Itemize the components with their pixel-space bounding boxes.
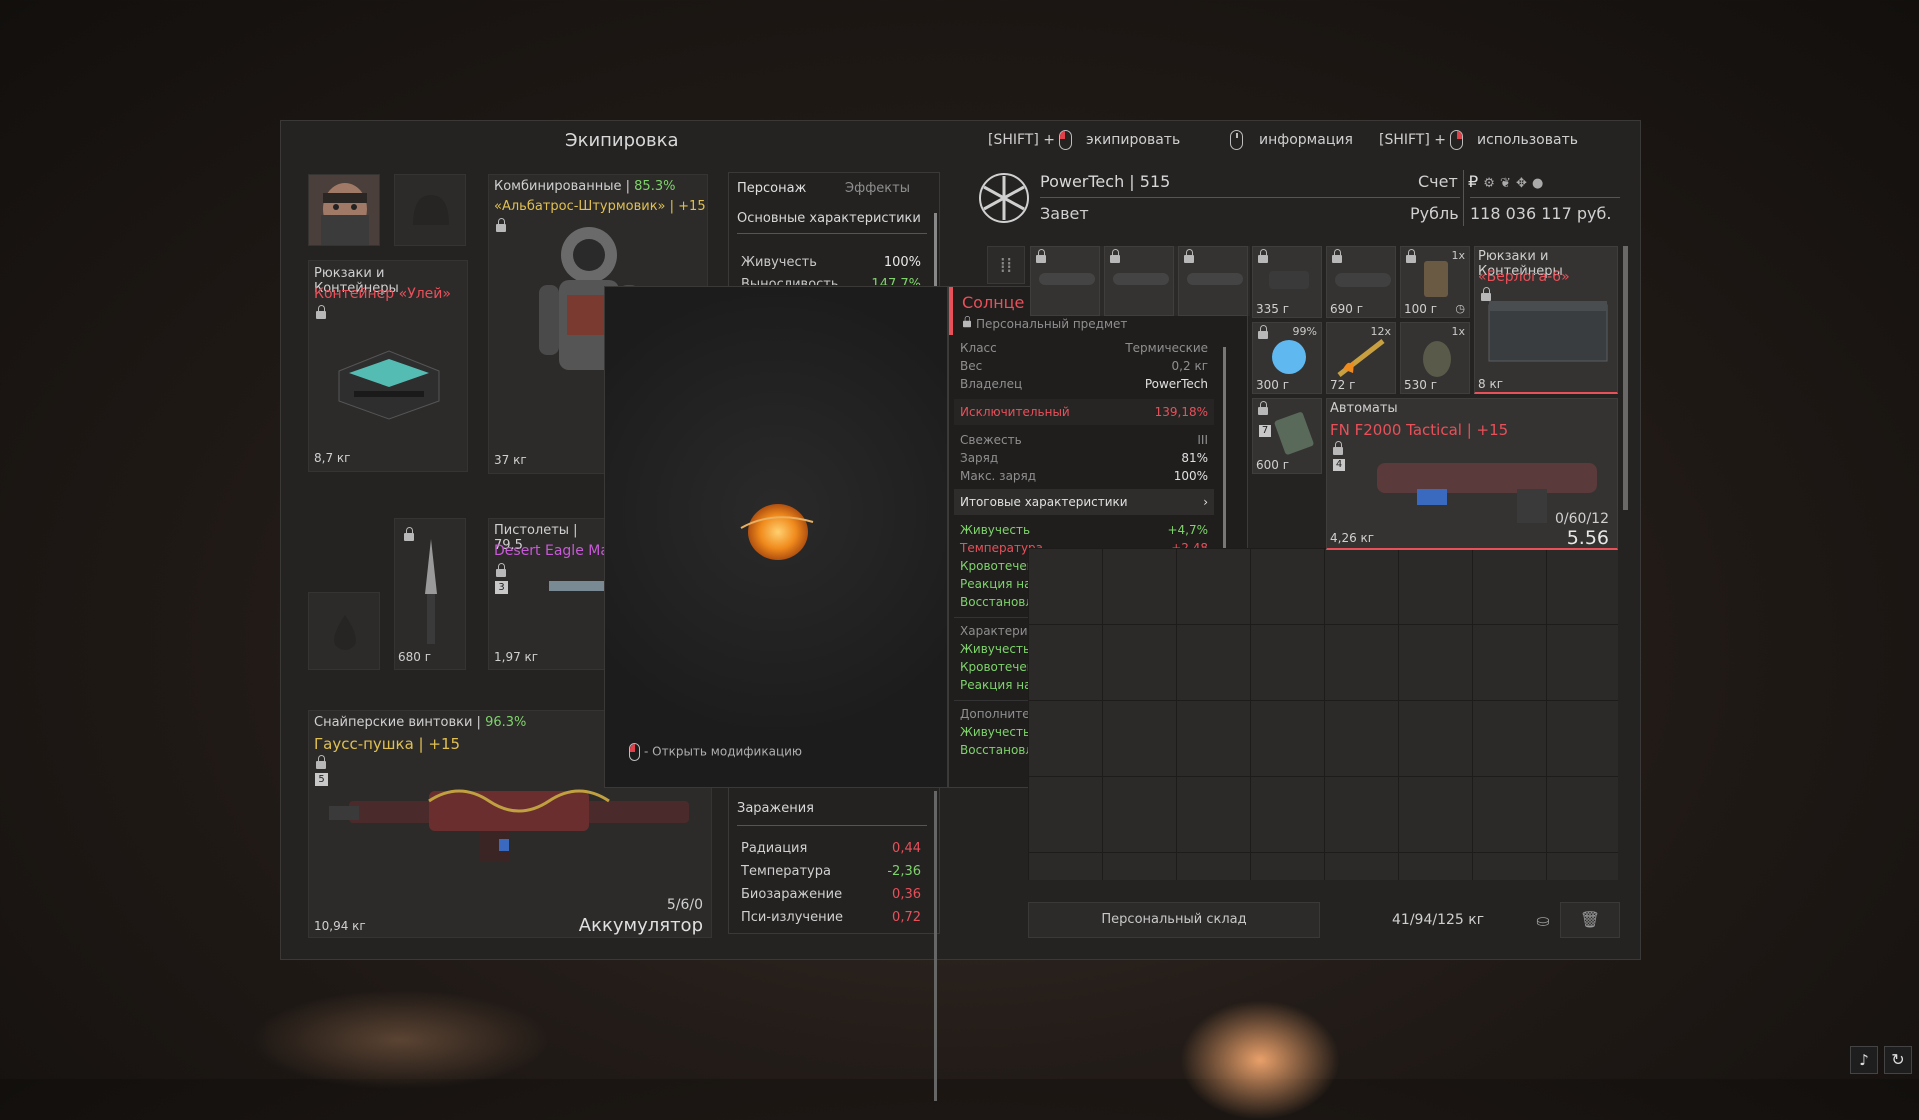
- inventory-item-device[interactable]: 7 600 г: [1252, 398, 1322, 474]
- ruble-icon[interactable]: ₽: [1468, 172, 1478, 191]
- inventory-item-grenade[interactable]: 1x 530 г: [1400, 322, 1470, 394]
- mouse-right-icon: [1450, 130, 1464, 150]
- final-stats-header[interactable]: Итоговые характеристики ›: [954, 489, 1214, 515]
- gear-icon[interactable]: ⚙: [1483, 176, 1495, 191]
- main-stats-title: Основные характеристики: [737, 211, 921, 226]
- inventory-item-drink[interactable]: 1x 100 г ◷: [1400, 246, 1470, 318]
- container-hive-icon: [338, 350, 440, 420]
- inventory-item-scope-1[interactable]: [1030, 246, 1100, 316]
- contamination-list: Радиация 0,44 Температура -2,36 Биозаражение…: [741, 837, 921, 929]
- lock-icon: [1258, 249, 1268, 263]
- crate-icon: [1488, 301, 1608, 362]
- mouse-left-icon: [1059, 130, 1073, 150]
- hint-equip: [SHIFT] + экипировать: [988, 130, 1181, 150]
- background-glow-left: [250, 990, 550, 1090]
- scope-icon: [1039, 273, 1095, 285]
- energy-drink-icon: [1424, 261, 1448, 297]
- refresh-icon[interactable]: ↻: [1884, 1046, 1912, 1074]
- helmet-placeholder-icon: [413, 195, 449, 225]
- window-title: Экипировка: [565, 130, 679, 151]
- hint-info: информация: [1226, 130, 1353, 150]
- inventory-item-scope-4[interactable]: 690 г: [1326, 246, 1396, 318]
- currency-icons[interactable]: ₽ ⚙ ❦ ✥ ●: [1468, 172, 1543, 191]
- item-preview-panel: - Открыть модификацию: [604, 286, 948, 788]
- faction-emblem-icon: [979, 173, 1029, 223]
- incendiary-ammo-icon: [1337, 339, 1385, 377]
- final-stat-row: Живучесть +4,7%: [960, 523, 1208, 537]
- inventory-item-scope-3[interactable]: [1178, 246, 1248, 316]
- contamination-row: Радиация 0,44: [741, 841, 921, 856]
- scope-icon: [1187, 273, 1243, 285]
- sight-icon: [1269, 271, 1309, 289]
- contamination-row: Пси-излучение 0,72: [741, 910, 921, 925]
- background-glow: [1180, 1000, 1340, 1120]
- contam-scrollbar[interactable]: [934, 791, 937, 1101]
- knife-slot[interactable]: 680 г: [394, 518, 466, 670]
- inventory-grid: [1028, 548, 1618, 880]
- tab-effects[interactable]: Эффекты: [845, 181, 910, 196]
- inventory-item-artifact[interactable]: 99% 300 г: [1252, 322, 1322, 394]
- inventory-item-scope-2[interactable]: [1104, 246, 1174, 316]
- lock-icon: [1258, 401, 1268, 415]
- helmet-slot[interactable]: [394, 174, 466, 246]
- stash-button[interactable]: Персональный склад: [1028, 902, 1320, 938]
- detector-device-icon: [1274, 412, 1314, 455]
- lock-icon: [1110, 249, 1120, 263]
- microphone-icon[interactable]: ♪: [1850, 1046, 1878, 1074]
- sun-artifact-icon: [740, 504, 814, 560]
- lock-icon: [496, 563, 506, 577]
- open-mod-hint[interactable]: - Открыть модификацию: [625, 743, 802, 761]
- lock-icon: [963, 315, 971, 328]
- contamination-row: Температура -2,36: [741, 864, 921, 879]
- tab-character[interactable]: Персонаж: [737, 181, 806, 196]
- container-slot[interactable]: Рюкзаки и Контейнеры Контейнер «Улей» 8,…: [308, 260, 468, 472]
- scope-icon: [1113, 273, 1169, 285]
- inventory-scrollbar[interactable]: [1623, 246, 1628, 510]
- inventory-item-rifle[interactable]: Автоматы FN F2000 Tactical | +15 4 4,26 …: [1326, 398, 1618, 550]
- artifact-slot[interactable]: [308, 592, 380, 670]
- face-slot[interactable]: [308, 174, 380, 246]
- leaf-icon[interactable]: ❦: [1500, 176, 1511, 191]
- sort-grid-icon[interactable]: ⁞⁞: [987, 246, 1025, 284]
- pistol-tier-badge: 3: [495, 581, 508, 594]
- timer-icon: ◷: [1455, 302, 1465, 315]
- lock-icon: [316, 305, 326, 319]
- pistol-icon: [549, 581, 609, 591]
- weight-icon[interactable]: ⛀: [1528, 906, 1558, 936]
- contamination-title: Заражения: [737, 801, 814, 816]
- inventory-item-backpack[interactable]: Рюкзаки и Контейнеры «Берлога-6» 8 кг: [1474, 246, 1618, 394]
- chevron-right-icon: ›: [1203, 495, 1208, 509]
- face-portrait-icon: [309, 175, 379, 245]
- drop-placeholder-icon: [334, 615, 356, 650]
- hint-use: [SHIFT] + использовать: [1379, 130, 1578, 150]
- player-name: PowerTech | 515: [1040, 172, 1171, 191]
- lock-icon: [496, 218, 506, 232]
- stat-hidden: Выносливость 147,7%: [741, 277, 921, 285]
- token-icon[interactable]: ✥: [1516, 176, 1527, 191]
- stash-weight: 41/94/125 кг: [1392, 912, 1485, 928]
- inventory-item-ammo[interactable]: 12x 72 г: [1326, 322, 1396, 394]
- lock-icon: [404, 527, 414, 541]
- lock-icon: [1332, 249, 1342, 263]
- lock-icon: [316, 755, 326, 769]
- trash-icon[interactable]: 🗑: [1560, 902, 1620, 938]
- knife-icon: [425, 539, 437, 644]
- scope-icon: [1335, 273, 1391, 287]
- mouse-left-icon: [629, 743, 640, 761]
- mouse-icon: [1230, 130, 1243, 150]
- lock-icon: [1036, 249, 1046, 263]
- stat-vitality: Живучесть 100%: [741, 255, 921, 270]
- lock-icon: [1333, 441, 1343, 455]
- blue-artifact-icon: [1272, 340, 1306, 374]
- lock-icon: [1406, 249, 1416, 263]
- coin-icon[interactable]: ●: [1532, 176, 1543, 191]
- inventory-item-sight[interactable]: 335 г: [1252, 246, 1322, 318]
- player-balance: 118 036 117 руб.: [1470, 204, 1612, 223]
- pistol-slot[interactable]: Пистолеты | 79.5 Desert Eagle Ma 3 1,97 …: [488, 518, 609, 670]
- player-faction: Завет: [1040, 204, 1089, 223]
- grenade-icon: [1423, 341, 1451, 377]
- lock-icon: [1184, 249, 1194, 263]
- sniper-tier-badge: 5: [315, 773, 328, 786]
- contamination-row: Биозаражение 0,36: [741, 887, 921, 902]
